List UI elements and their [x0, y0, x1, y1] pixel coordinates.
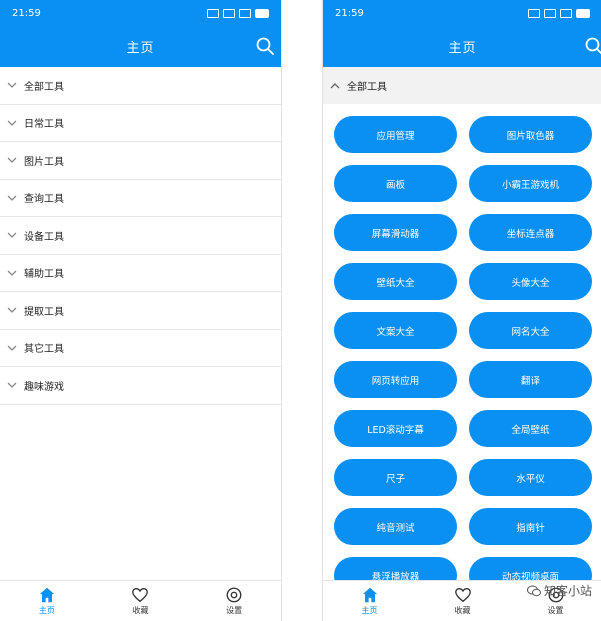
page-title: 主页	[448, 41, 477, 56]
app-bar: 主页	[0, 26, 281, 67]
section-header-all-tools[interactable]: 全部工具	[323, 67, 601, 104]
category-item[interactable]: 其它工具	[0, 330, 281, 367]
chevron-down-icon	[7, 307, 17, 314]
tool-button[interactable]: 指南针	[469, 508, 592, 545]
wifi-icon	[239, 8, 251, 18]
tool-button[interactable]: 坐标连点器	[469, 214, 592, 251]
status-icons	[528, 8, 590, 18]
category-label: 提取工具	[24, 306, 64, 318]
category-label: 设备工具	[24, 231, 64, 243]
app-bar: 主页	[323, 26, 601, 67]
category-item[interactable]: 趣味游戏	[0, 367, 281, 405]
tool-button[interactable]: 文案大全	[334, 312, 457, 349]
signal-icon	[207, 8, 219, 18]
tool-grid: 应用管理 图片取色器 画板 小霸王游戏机 屏幕滑动器 坐标连点器 壁纸大全 头像大全 文案大全网…	[323, 104, 601, 594]
heart-icon	[454, 588, 471, 603]
chevron-down-icon	[7, 232, 17, 239]
category-label: 趣味游戏	[24, 381, 64, 393]
watermark: 知客小站	[526, 582, 592, 599]
status-time: 21:59	[12, 7, 41, 19]
category-item[interactable]: 提取工具	[0, 292, 281, 330]
status-bar: 21:59	[323, 0, 601, 26]
category-item[interactable]: 查询工具	[0, 180, 281, 217]
chevron-up-icon	[330, 82, 340, 88]
battery-icon	[255, 8, 269, 18]
nav-settings[interactable]: 设置	[204, 586, 264, 616]
settings-icon	[226, 587, 242, 603]
category-label: 查询工具	[24, 194, 64, 206]
section-title: 全部工具	[347, 82, 387, 93]
wifi-icon	[560, 8, 572, 18]
page-title: 主页	[126, 41, 155, 56]
nav-home-label: 主页	[38, 606, 55, 615]
status-time: 21:59	[335, 7, 364, 19]
tool-button[interactable]: 应用管理	[334, 116, 457, 153]
category-label: 图片工具	[24, 156, 64, 168]
category-label: 全部工具	[24, 81, 64, 93]
nav-home-label: 主页	[361, 606, 378, 615]
tool-button[interactable]: 屏幕滑动器	[334, 214, 457, 251]
heart-icon	[132, 588, 149, 603]
tool-button[interactable]: 图片取色器	[469, 116, 592, 153]
category-item[interactable]: 图片工具	[0, 142, 281, 180]
category-list: 全部工具日常工具图片工具查询工具设备工具辅助工具提取工具其它工具趣味游戏	[0, 67, 281, 405]
chevron-down-icon	[7, 157, 17, 164]
phone-screen-left: 21:59 主页 全部工具日常工具图片工具查询工具设备工具辅助工具提取工具其它工…	[0, 0, 282, 621]
category-item[interactable]: 辅助工具	[0, 255, 281, 292]
tool-button[interactable]: 壁纸大全	[334, 263, 457, 300]
chevron-down-icon	[7, 270, 17, 276]
tool-button[interactable]: 网名大全	[469, 312, 592, 349]
home-icon	[362, 587, 377, 603]
tool-button[interactable]: 全局壁纸	[469, 410, 592, 447]
category-item[interactable]: 日常工具	[0, 105, 281, 142]
tool-button[interactable]: 水平仪	[469, 459, 592, 496]
category-item[interactable]: 设备工具	[0, 217, 281, 255]
chevron-down-icon	[7, 345, 17, 351]
category-label: 其它工具	[24, 344, 64, 356]
status-icons	[207, 8, 269, 18]
signal-icon	[223, 8, 235, 18]
search-icon[interactable]	[584, 36, 601, 56]
nav-home[interactable]: 主页	[17, 586, 77, 616]
category-item[interactable]: 全部工具	[0, 67, 281, 105]
bottom-nav: 主页 收藏 设置	[0, 580, 281, 621]
tool-button[interactable]: 画板	[334, 165, 457, 202]
home-icon	[39, 587, 55, 603]
nav-favorites[interactable]: 收藏	[433, 586, 493, 616]
battery-icon	[576, 8, 590, 18]
chevron-down-icon	[7, 120, 17, 126]
tool-button[interactable]: 纯音测试	[334, 508, 457, 545]
phone-screen-right: 21:59 主页 全部工具 应用管理 图片取色器 画板 小霸王游戏机 屏幕滑动器 坐标连点…	[322, 0, 601, 621]
signal-icon	[528, 8, 540, 18]
nav-settings-label: 设置	[547, 606, 564, 615]
chevron-down-icon	[7, 82, 17, 89]
chevron-down-icon	[7, 195, 17, 201]
nav-home[interactable]: 主页	[340, 586, 400, 616]
search-icon[interactable]	[255, 36, 275, 56]
tool-button[interactable]: 网页转应用	[334, 361, 457, 398]
status-bar: 21:59	[0, 0, 281, 26]
tool-button[interactable]: 翻译	[469, 361, 592, 398]
signal-icon	[544, 8, 556, 18]
nav-favorites[interactable]: 收藏	[110, 586, 170, 616]
nav-favorites-label: 收藏	[454, 606, 471, 615]
watermark-text: 知客小站	[543, 584, 592, 598]
tool-button[interactable]: 小霸王游戏机	[469, 165, 592, 202]
tool-button[interactable]: LED滚动字幕	[334, 410, 457, 447]
nav-settings-label: 设置	[226, 606, 243, 615]
nav-favorites-label: 收藏	[132, 606, 149, 615]
category-label: 辅助工具	[24, 269, 64, 281]
tool-button[interactable]: 尺子	[334, 459, 457, 496]
tool-button[interactable]: 头像大全	[469, 263, 592, 300]
wechat-icon	[526, 585, 541, 596]
category-label: 日常工具	[24, 119, 64, 131]
chevron-down-icon	[7, 382, 17, 389]
